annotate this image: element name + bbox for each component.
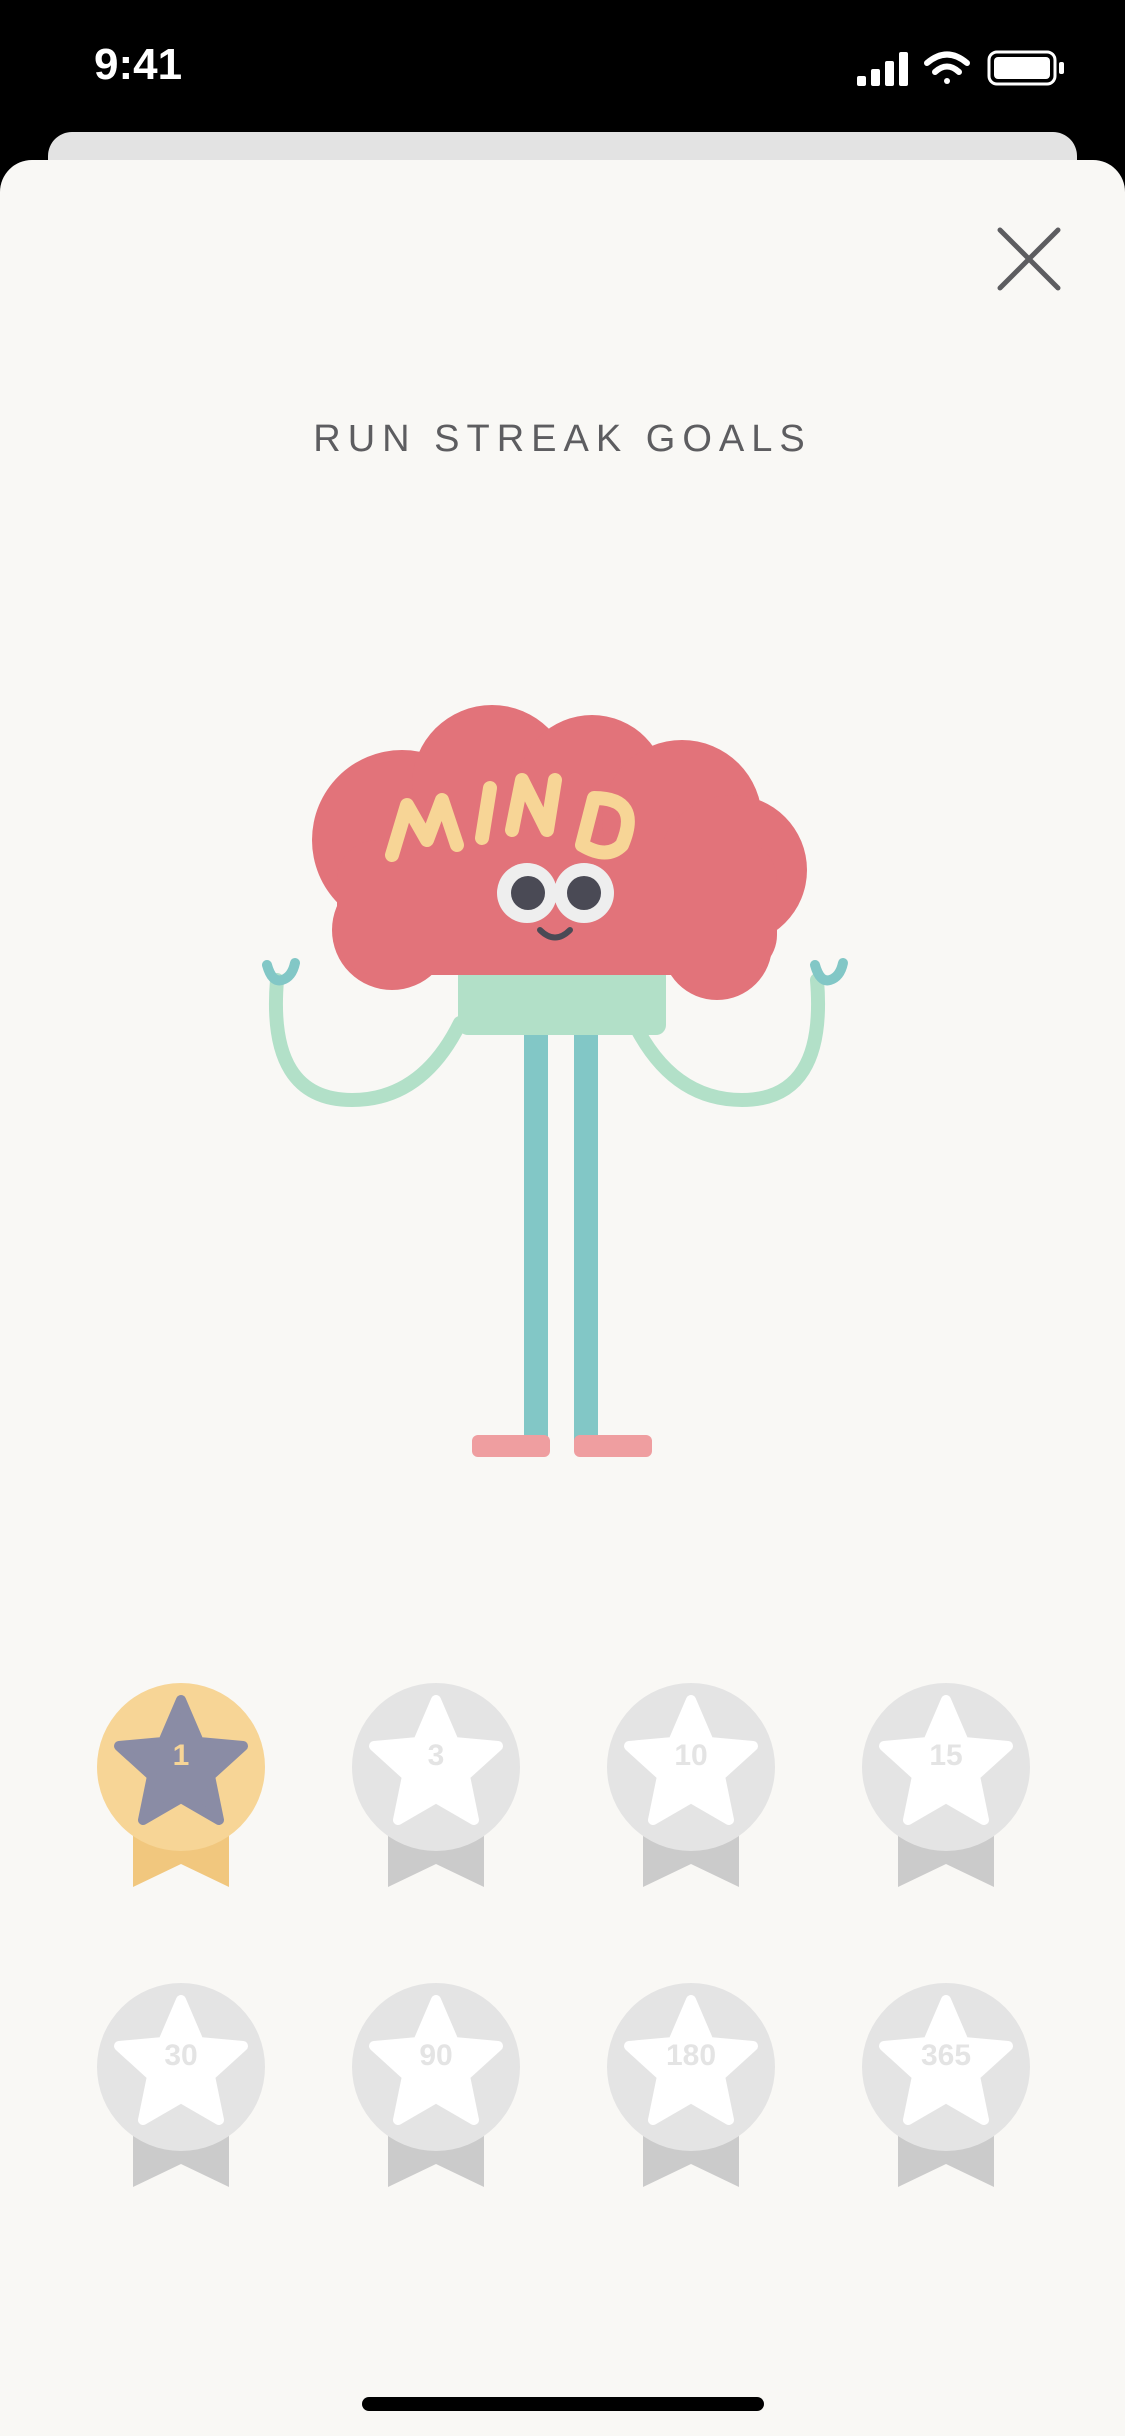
- streak-badge-90[interactable]: 90: [346, 1982, 526, 2192]
- streak-badge-30[interactable]: 30: [91, 1982, 271, 2192]
- wifi-icon: [924, 51, 970, 84]
- badge-label: 10: [674, 1739, 708, 1772]
- locked-medal-icon: [862, 1683, 1030, 1887]
- locked-medal-icon: [607, 1983, 775, 2187]
- badge-label: 1: [172, 1739, 190, 1772]
- badge-label: 30: [164, 2039, 198, 2072]
- locked-medal-icon: [352, 1983, 520, 2187]
- streak-badge-3[interactable]: 3: [346, 1682, 526, 1892]
- streak-badge-180[interactable]: 180: [601, 1982, 781, 2192]
- badge-label: 90: [419, 2039, 453, 2072]
- battery-icon: [987, 50, 1064, 86]
- badge-label: 365: [920, 2039, 972, 2072]
- character-legs: [524, 1025, 598, 1445]
- character-feet: [472, 1435, 652, 1457]
- streak-badge-10[interactable]: 10: [601, 1682, 781, 1892]
- home-indicator[interactable]: [362, 2397, 764, 2411]
- locked-medal-icon: [97, 1983, 265, 2187]
- status-icons: [857, 50, 1064, 86]
- status-time: 9:41: [94, 40, 183, 89]
- streak-badge-1[interactable]: 1: [91, 1682, 271, 1892]
- character-body: [458, 965, 666, 1035]
- badge-label: 15: [929, 1739, 963, 1772]
- cellular-signal-icon: [857, 52, 908, 86]
- mind-character-illustration: [262, 705, 848, 1457]
- streak-badge-365[interactable]: 365: [856, 1982, 1036, 2192]
- earned-medal-icon: [97, 1683, 265, 1887]
- page-title: RUN STREAK GOALS: [313, 418, 812, 460]
- badge-label: 180: [665, 2039, 717, 2072]
- locked-medal-icon: [607, 1683, 775, 1887]
- locked-medal-icon: [352, 1683, 520, 1887]
- close-icon: [997, 227, 1061, 291]
- locked-medal-icon: [862, 1983, 1030, 2187]
- badge-label: 3: [427, 1739, 445, 1772]
- close-button[interactable]: [990, 220, 1070, 300]
- status-bar: 9:41: [0, 0, 1125, 135]
- streak-badge-15[interactable]: 15: [856, 1682, 1036, 1892]
